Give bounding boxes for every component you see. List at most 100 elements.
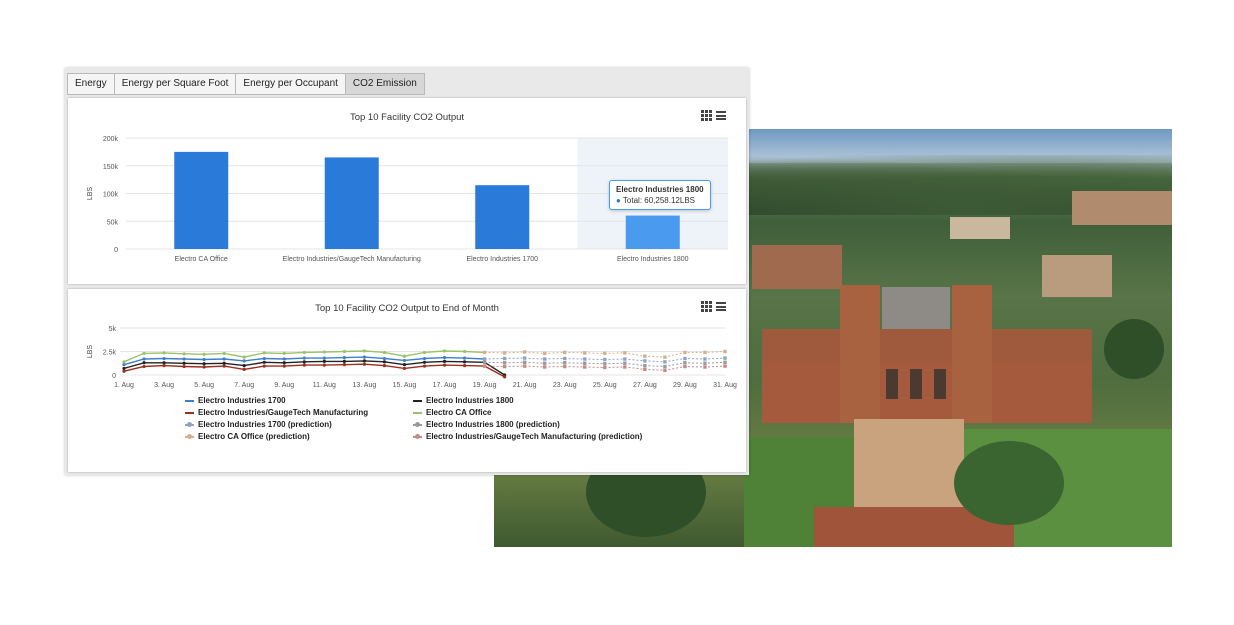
data-point: [322, 356, 326, 360]
tab-energy-per-square-foot[interactable]: Energy per Square Foot: [113, 73, 237, 95]
data-point: [162, 361, 166, 365]
legend-item[interactable]: Electro Industries 1700: [185, 396, 286, 405]
tooltip-label: Total:: [622, 196, 643, 205]
data-point: [302, 363, 306, 367]
x-tick-label: Electro Industries 1800: [617, 256, 689, 263]
tab-energy[interactable]: Energy: [67, 73, 115, 95]
data-point: [242, 367, 246, 371]
data-point: [563, 350, 567, 355]
tab-co2-emission[interactable]: CO2 Emission: [344, 73, 425, 95]
data-point: [282, 361, 286, 365]
tooltip-bullet-icon: ●: [616, 196, 621, 205]
data-point: [322, 363, 326, 367]
legend-label: Electro CA Office: [426, 408, 492, 417]
tab-energy-per-occupant[interactable]: Energy per Occupant: [235, 73, 346, 95]
x-tick-label: 17. Aug: [433, 382, 457, 389]
data-point: [543, 361, 547, 365]
data-point: [623, 357, 627, 361]
data-point: [122, 369, 126, 373]
legend-symbol: [413, 411, 422, 414]
x-tick-label: 27. Aug: [633, 382, 657, 389]
legend-item[interactable]: Electro CA Office (prediction): [185, 432, 310, 441]
data-point: [242, 364, 246, 368]
legend-symbol: [413, 433, 422, 439]
y-tick-label: 50k: [107, 219, 119, 226]
data-point: [462, 364, 467, 368]
x-tick-label: 25. Aug: [593, 382, 617, 389]
y-tick-label: 2.5k: [103, 350, 117, 357]
x-tick-label: Electro Industries/GaugeTech Manufacturi…: [283, 256, 421, 263]
data-point: [482, 364, 487, 368]
legend-symbol: [185, 399, 194, 402]
data-point: [302, 350, 306, 355]
data-point: [262, 351, 266, 355]
data-point: [182, 352, 186, 356]
legend-item[interactable]: Electro Industries/GaugeTech Manufacturi…: [185, 408, 368, 417]
data-point: [563, 356, 567, 361]
data-point: [202, 357, 206, 362]
data-point: [442, 359, 447, 363]
data-point: [282, 364, 286, 368]
legend-label: Electro Industries/GaugeTech Manufacturi…: [426, 432, 643, 441]
data-point: [242, 359, 246, 363]
bar-tooltip: Electro Industries 1800 ● Total: 60,258.…: [609, 180, 711, 210]
data-point: [683, 364, 687, 369]
photo-hall: [762, 361, 1092, 423]
legend-symbol: [185, 411, 194, 414]
data-point: [583, 357, 587, 361]
x-tick-label: 3. Aug: [154, 382, 174, 389]
data-point: [282, 357, 286, 361]
data-point: [563, 361, 567, 365]
photo-window: [910, 369, 922, 399]
data-point: [503, 375, 507, 379]
data-point: [382, 356, 387, 361]
bar-chart-panel: Top 10 Facility CO2 Output 0 50k 100k 150k 2…: [68, 98, 746, 284]
data-point: [723, 360, 727, 365]
photo-window: [934, 369, 946, 399]
data-point: [362, 362, 366, 366]
data-point: [603, 365, 607, 370]
photo-building: [1042, 255, 1112, 297]
data-point: [482, 360, 487, 365]
data-point: [142, 361, 146, 365]
photo-tree: [1104, 319, 1164, 379]
legend-item[interactable]: Electro Industries 1800 (prediction): [413, 420, 560, 429]
data-point: [202, 352, 206, 356]
data-point: [382, 364, 387, 368]
data-point: [282, 351, 286, 355]
data-point: [342, 359, 346, 363]
data-point: [663, 368, 667, 372]
data-point: [703, 365, 707, 369]
legend-item[interactable]: Electro Industries/GaugeTech Manufacturi…: [413, 432, 642, 441]
legend-label: Electro Industries 1800: [426, 396, 514, 405]
data-point: [142, 351, 146, 355]
legend-label: Electro Industries 1700 (prediction): [198, 420, 332, 429]
data-point: [402, 366, 407, 371]
data-point: [543, 365, 547, 369]
data-point: [142, 364, 146, 369]
data-point: [382, 350, 387, 355]
data-point: [442, 363, 447, 367]
data-point: [723, 356, 727, 360]
legend-item[interactable]: Electro CA Office: [413, 408, 492, 417]
data-point: [643, 354, 647, 358]
data-point: [222, 357, 226, 361]
x-tick-label: 29. Aug: [673, 382, 697, 389]
data-point: [122, 366, 126, 371]
data-point: [603, 362, 607, 366]
photo-roof: [882, 287, 950, 329]
data-point: [402, 358, 407, 363]
data-point: [603, 351, 607, 356]
data-point: [703, 361, 707, 365]
legend-item[interactable]: Electro Industries 1700 (prediction): [185, 420, 332, 429]
data-point: [583, 361, 587, 365]
data-point: [122, 360, 126, 364]
data-point: [262, 360, 266, 364]
bar: [475, 185, 530, 249]
legend-symbol: [413, 421, 422, 427]
legend-item[interactable]: Electro Industries 1800: [413, 396, 514, 405]
data-point: [342, 356, 346, 360]
data-point: [342, 363, 346, 367]
legend-symbol: [185, 433, 194, 439]
data-point: [402, 354, 407, 358]
